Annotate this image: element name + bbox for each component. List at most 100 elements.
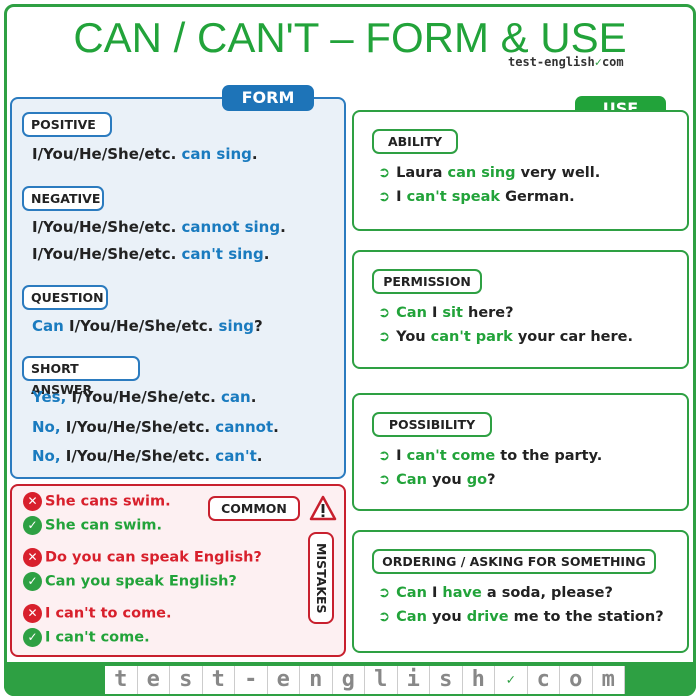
- highlighted-text: Can: [396, 472, 427, 488]
- example-text: Do you can speak English?: [45, 549, 262, 566]
- form-example: No, I/You/He/She/etc. cannot.: [32, 418, 279, 436]
- highlighted-text: Can: [396, 305, 427, 321]
- logo-tile: i: [397, 666, 430, 694]
- text-segment: .: [263, 245, 270, 263]
- text-segment: you: [426, 472, 467, 488]
- highlighted-text: can't speak: [406, 189, 501, 205]
- highlighted-text: Yes,: [32, 388, 67, 406]
- text-segment: you: [426, 609, 467, 625]
- arrow-icon: ➲: [378, 329, 391, 345]
- highlighted-text: No,: [32, 447, 61, 465]
- text-segment: I/You/He/She/etc.: [60, 418, 216, 436]
- text-segment: I/You/He/She/etc.: [32, 218, 182, 236]
- highlighted-text: cannot: [215, 418, 274, 436]
- logo-tile: e: [137, 666, 170, 694]
- highlighted-text: sing: [218, 317, 255, 335]
- example-text: Can you speak English?: [45, 573, 237, 590]
- wrong-example: ✕ She cans swim.: [23, 492, 171, 511]
- logo-tile: s: [170, 666, 203, 694]
- form-example: Yes, I/You/He/She/etc. can.: [32, 388, 256, 406]
- text-segment: .: [256, 447, 263, 465]
- arrow-icon: ➲: [378, 585, 391, 601]
- use-example: ➲ I can't speak German.: [378, 189, 575, 205]
- arrow-icon: ➲: [378, 472, 391, 488]
- use-label: POSSIBILITY: [372, 412, 492, 437]
- highlighted-text: Can: [396, 585, 427, 601]
- text-segment: I/You/He/She/etc.: [66, 388, 222, 406]
- text-segment: .: [273, 418, 279, 436]
- highlighted-text: can't sing: [181, 245, 264, 263]
- text-segment: I: [426, 305, 443, 321]
- form-example: I/You/He/She/etc. cannot sing.: [32, 218, 286, 236]
- text-segment: I/You/He/She/etc.: [32, 145, 182, 163]
- use-example: ➲ Can you go?: [378, 472, 496, 488]
- example-text: She can swim.: [45, 517, 163, 534]
- logo-tile: t: [105, 666, 138, 694]
- logo-tile: m: [592, 666, 625, 694]
- right-example: ✓ Can you speak English?: [23, 572, 237, 591]
- text-segment: a soda, please?: [481, 585, 613, 601]
- text-segment: .: [280, 218, 286, 236]
- text-segment: I: [396, 448, 407, 464]
- cross-icon: ✕: [23, 492, 42, 511]
- text-segment: I/You/He/She/etc.: [32, 245, 182, 263]
- form-example: No, I/You/He/She/etc. can't.: [32, 447, 262, 465]
- highlighted-text: sit: [442, 305, 463, 321]
- arrow-icon: ➲: [378, 165, 391, 181]
- text-segment: to the party.: [495, 448, 603, 464]
- text-segment: .: [250, 388, 257, 406]
- logo-tile: c: [527, 666, 560, 694]
- text-segment: I/You/He/She/etc.: [60, 447, 216, 465]
- logo-tile: ✓: [495, 666, 528, 694]
- use-example: ➲ Can I have a soda, please?: [378, 585, 613, 601]
- text-segment: Laura: [396, 165, 448, 181]
- arrow-icon: ➲: [378, 448, 391, 464]
- text-segment: German.: [500, 189, 575, 205]
- logo-tile: e: [267, 666, 300, 694]
- example-text: She cans swim.: [45, 493, 171, 510]
- wrong-example: ✕ I can't to come.: [23, 604, 172, 623]
- logo-tile: t: [202, 666, 235, 694]
- use-example: ➲ You can't park your car here.: [378, 329, 633, 345]
- use-example: ➲ Can I sit here?: [378, 305, 514, 321]
- wrong-example: ✕ Do you can speak English?: [23, 548, 262, 567]
- example-text: I can't to come.: [45, 605, 172, 622]
- warning-icon: [309, 495, 337, 521]
- mistakes-label: MISTAKES: [308, 532, 334, 624]
- text-segment: .: [251, 145, 258, 163]
- right-example: ✓ I can't come.: [23, 628, 150, 647]
- text-segment: very well.: [515, 165, 601, 181]
- highlighted-text: can't come: [406, 448, 496, 464]
- footer-logo-tiles: t e s t - e n g l i s h ✓ c o m: [105, 666, 625, 694]
- highlighted-text: can sing: [447, 165, 516, 181]
- highlighted-text: have: [442, 585, 482, 601]
- text-segment: I/You/He/She/etc.: [63, 317, 219, 335]
- logo-tile: o: [560, 666, 593, 694]
- logo-tile: h: [462, 666, 495, 694]
- check-icon: ✓: [23, 572, 42, 591]
- text-segment: your car here.: [512, 329, 633, 345]
- logo-tile: s: [430, 666, 463, 694]
- use-label: ABILITY: [372, 129, 458, 154]
- check-icon: ✓: [23, 628, 42, 647]
- form-example: I/You/He/She/etc. can't sing.: [32, 245, 269, 263]
- use-example: ➲ I can't come to the party.: [378, 448, 602, 464]
- form-example: Can I/You/He/She/etc. sing?: [32, 317, 263, 335]
- form-example: I/You/He/She/etc. can sing.: [32, 145, 258, 163]
- text-segment: You: [396, 329, 431, 345]
- right-example: ✓ She can swim.: [23, 516, 162, 535]
- logo-tile: n: [300, 666, 333, 694]
- example-text: I can't come.: [45, 629, 150, 646]
- use-example: ➲ Can you drive me to the station?: [378, 609, 664, 625]
- highlighted-text: go: [466, 472, 488, 488]
- text-segment: I: [426, 585, 443, 601]
- arrow-icon: ➲: [378, 305, 391, 321]
- highlighted-text: can't park: [430, 329, 513, 345]
- text-segment: me to the station?: [508, 609, 664, 625]
- text-segment: ?: [487, 472, 496, 488]
- use-example: ➲ Laura can sing very well.: [378, 165, 600, 181]
- logo-tile: -: [235, 666, 268, 694]
- use-label: ORDERING / ASKING FOR SOMETHING: [372, 549, 656, 574]
- highlighted-text: cannot sing: [181, 218, 281, 236]
- form-label-short-answer: SHORT ANSWER: [22, 356, 140, 397]
